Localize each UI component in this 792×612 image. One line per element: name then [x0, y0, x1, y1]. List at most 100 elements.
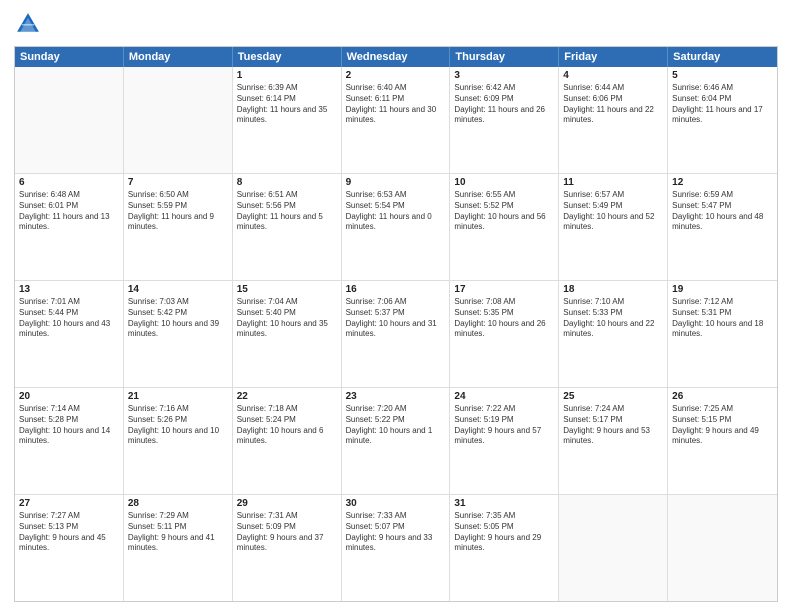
day-number: 12 [672, 177, 773, 188]
day-number: 31 [454, 498, 554, 509]
table-row: 2 Sunrise: 6:40 AM Sunset: 6:11 PM Daylig… [342, 67, 451, 173]
table-row: 20 Sunrise: 7:14 AM Sunset: 5:28 PM Dayli… [15, 388, 124, 494]
header [14, 10, 778, 38]
day-number: 1 [237, 70, 337, 81]
day-number: 29 [237, 498, 337, 509]
day-info: Sunrise: 7:14 AM Sunset: 5:28 PM Dayligh… [19, 404, 119, 447]
header-friday: Friday [559, 47, 668, 67]
table-row [668, 495, 777, 601]
calendar-row-5: 27 Sunrise: 7:27 AM Sunset: 5:13 PM Dayli… [15, 495, 777, 601]
table-row: 16 Sunrise: 7:06 AM Sunset: 5:37 PM Dayli… [342, 281, 451, 387]
day-info: Sunrise: 7:06 AM Sunset: 5:37 PM Dayligh… [346, 297, 446, 340]
header-sunday: Sunday [15, 47, 124, 67]
day-number: 10 [454, 177, 554, 188]
day-info: Sunrise: 6:51 AM Sunset: 5:56 PM Dayligh… [237, 190, 337, 233]
day-number: 28 [128, 498, 228, 509]
day-info: Sunrise: 6:48 AM Sunset: 6:01 PM Dayligh… [19, 190, 119, 233]
table-row: 31 Sunrise: 7:35 AM Sunset: 5:05 PM Dayli… [450, 495, 559, 601]
day-number: 8 [237, 177, 337, 188]
day-info: Sunrise: 6:55 AM Sunset: 5:52 PM Dayligh… [454, 190, 554, 233]
table-row: 13Sunrise: 7:01 AM Sunset: 5:44 PM Dayli… [15, 281, 124, 387]
day-number: 4 [563, 70, 663, 81]
day-number: 16 [346, 284, 446, 295]
day-info: Sunrise: 6:50 AM Sunset: 5:59 PM Dayligh… [128, 190, 228, 233]
table-row: 23 Sunrise: 7:20 AM Sunset: 5:22 PM Dayli… [342, 388, 451, 494]
page: Sunday Monday Tuesday Wednesday Thursday… [0, 0, 792, 612]
table-row: 8 Sunrise: 6:51 AM Sunset: 5:56 PM Daylig… [233, 174, 342, 280]
day-info: Sunrise: 7:25 AM Sunset: 5:15 PM Dayligh… [672, 404, 773, 447]
day-number: 27 [19, 498, 119, 509]
day-number: 7 [128, 177, 228, 188]
day-info: Sunrise: 6:57 AM Sunset: 5:49 PM Dayligh… [563, 190, 663, 233]
table-row: 18 Sunrise: 7:10 AM Sunset: 5:33 PM Dayli… [559, 281, 668, 387]
day-number: 20 [19, 391, 119, 402]
table-row: 25 Sunrise: 7:24 AM Sunset: 5:17 PM Dayli… [559, 388, 668, 494]
day-info: Sunrise: 6:40 AM Sunset: 6:11 PM Dayligh… [346, 83, 446, 126]
table-row: 7 Sunrise: 6:50 AM Sunset: 5:59 PM Daylig… [124, 174, 233, 280]
day-number: 24 [454, 391, 554, 402]
day-info: Sunrise: 7:04 AM Sunset: 5:40 PM Dayligh… [237, 297, 337, 340]
table-row: 19Sunrise: 7:12 AM Sunset: 5:31 PM Dayli… [668, 281, 777, 387]
day-number: 2 [346, 70, 446, 81]
table-row: 24Sunrise: 7:22 AM Sunset: 5:19 PM Dayli… [450, 388, 559, 494]
calendar-row-4: 20 Sunrise: 7:14 AM Sunset: 5:28 PM Dayli… [15, 388, 777, 495]
day-info: Sunrise: 7:24 AM Sunset: 5:17 PM Dayligh… [563, 404, 663, 447]
day-info: Sunrise: 7:16 AM Sunset: 5:26 PM Dayligh… [128, 404, 228, 447]
header-monday: Monday [124, 47, 233, 67]
day-info: Sunrise: 7:18 AM Sunset: 5:24 PM Dayligh… [237, 404, 337, 447]
table-row: 28 Sunrise: 7:29 AM Sunset: 5:11 PM Dayli… [124, 495, 233, 601]
table-row: 21 Sunrise: 7:16 AM Sunset: 5:26 PM Dayli… [124, 388, 233, 494]
day-number: 30 [346, 498, 446, 509]
day-number: 14 [128, 284, 228, 295]
table-row: 22 Sunrise: 7:18 AM Sunset: 5:24 PM Dayli… [233, 388, 342, 494]
day-info: Sunrise: 7:27 AM Sunset: 5:13 PM Dayligh… [19, 511, 119, 554]
day-info: Sunrise: 7:31 AM Sunset: 5:09 PM Dayligh… [237, 511, 337, 554]
day-info: Sunrise: 6:42 AM Sunset: 6:09 PM Dayligh… [454, 83, 554, 126]
table-row: 10 Sunrise: 6:55 AM Sunset: 5:52 PM Dayli… [450, 174, 559, 280]
day-info: Sunrise: 7:20 AM Sunset: 5:22 PM Dayligh… [346, 404, 446, 447]
table-row: 5Sunrise: 6:46 AM Sunset: 6:04 PM Daylig… [668, 67, 777, 173]
day-info: Sunrise: 7:35 AM Sunset: 5:05 PM Dayligh… [454, 511, 554, 554]
day-number: 23 [346, 391, 446, 402]
day-number: 26 [672, 391, 773, 402]
day-info: Sunrise: 7:10 AM Sunset: 5:33 PM Dayligh… [563, 297, 663, 340]
table-row: 11Sunrise: 6:57 AM Sunset: 5:49 PM Dayli… [559, 174, 668, 280]
day-info: Sunrise: 7:08 AM Sunset: 5:35 PM Dayligh… [454, 297, 554, 340]
day-number: 13 [19, 284, 119, 295]
logo [14, 10, 46, 38]
table-row: 30 Sunrise: 7:33 AM Sunset: 5:07 PM Dayli… [342, 495, 451, 601]
day-info: Sunrise: 6:59 AM Sunset: 5:47 PM Dayligh… [672, 190, 773, 233]
table-row: 26 Sunrise: 7:25 AM Sunset: 5:15 PM Dayli… [668, 388, 777, 494]
day-info: Sunrise: 6:39 AM Sunset: 6:14 PM Dayligh… [237, 83, 337, 126]
calendar-row-2: 6 Sunrise: 6:48 AM Sunset: 6:01 PM Daylig… [15, 174, 777, 281]
day-number: 6 [19, 177, 119, 188]
day-info: Sunrise: 7:29 AM Sunset: 5:11 PM Dayligh… [128, 511, 228, 554]
day-number: 9 [346, 177, 446, 188]
calendar: Sunday Monday Tuesday Wednesday Thursday… [14, 46, 778, 602]
table-row: 1 Sunrise: 6:39 AM Sunset: 6:14 PM Daylig… [233, 67, 342, 173]
table-row: 29 Sunrise: 7:31 AM Sunset: 5:09 PM Dayli… [233, 495, 342, 601]
calendar-header: Sunday Monday Tuesday Wednesday Thursday… [15, 47, 777, 67]
header-saturday: Saturday [668, 47, 777, 67]
table-row [15, 67, 124, 173]
table-row: 15 Sunrise: 7:04 AM Sunset: 5:40 PM Dayli… [233, 281, 342, 387]
day-number: 18 [563, 284, 663, 295]
table-row: 4Sunrise: 6:44 AM Sunset: 6:06 PM Daylig… [559, 67, 668, 173]
table-row: 14Sunrise: 7:03 AM Sunset: 5:42 PM Dayli… [124, 281, 233, 387]
table-row [124, 67, 233, 173]
day-number: 21 [128, 391, 228, 402]
day-info: Sunrise: 7:33 AM Sunset: 5:07 PM Dayligh… [346, 511, 446, 554]
table-row [559, 495, 668, 601]
day-number: 22 [237, 391, 337, 402]
day-number: 17 [454, 284, 554, 295]
header-thursday: Thursday [450, 47, 559, 67]
logo-icon [14, 10, 42, 38]
table-row: 3Sunrise: 6:42 AM Sunset: 6:09 PM Daylig… [450, 67, 559, 173]
day-number: 5 [672, 70, 773, 81]
day-number: 19 [672, 284, 773, 295]
table-row: 9Sunrise: 6:53 AM Sunset: 5:54 PM Daylig… [342, 174, 451, 280]
day-number: 25 [563, 391, 663, 402]
day-number: 15 [237, 284, 337, 295]
calendar-body: 1 Sunrise: 6:39 AM Sunset: 6:14 PM Daylig… [15, 67, 777, 601]
calendar-row-3: 13Sunrise: 7:01 AM Sunset: 5:44 PM Dayli… [15, 281, 777, 388]
